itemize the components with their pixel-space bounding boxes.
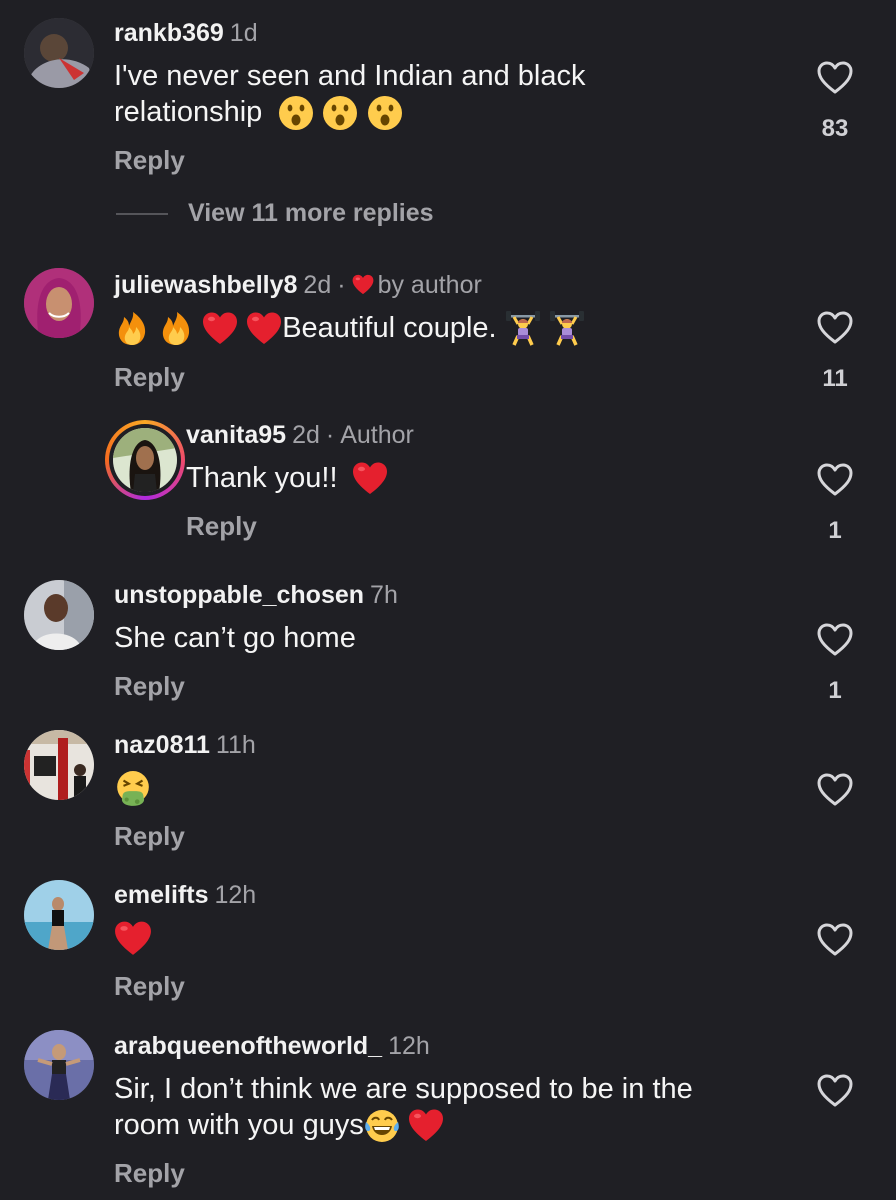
like-heart-icon[interactable] [815,770,855,810]
liked-by-author-label: by author [377,271,482,299]
timestamp: 12h [214,881,257,909]
like-heart-icon[interactable] [815,308,855,348]
timestamp: 1d [229,19,258,47]
like-count: 11 [822,365,848,392]
weightlifter-icon [505,311,541,347]
like-heart-icon[interactable] [815,920,855,960]
reply-button[interactable]: Reply [114,1158,185,1189]
avatar [113,428,177,492]
reply-button[interactable]: Reply [114,821,185,852]
username[interactable]: emelifts [114,881,208,909]
comment-text-line1: I've never seen and Indian and black [114,60,586,92]
author-liked-heart-icon [352,273,374,303]
red-heart-icon [408,1108,444,1144]
comment-text [114,770,152,808]
view-replies-divider [116,213,168,215]
fire-icon [114,311,150,347]
avatar[interactable] [24,18,94,88]
reply-button[interactable]: Reply [114,145,185,176]
comment-header: rankb369 1d [114,18,258,48]
comment-text: She can’t go home [114,622,356,654]
reply-button[interactable]: Reply [114,362,185,393]
comment-text-line2: room with you guys [114,1107,693,1144]
comment-header: emelifts 12h [114,880,256,910]
avatar[interactable] [24,580,94,650]
username[interactable]: unstoppable_chosen [114,581,364,609]
red-heart-icon [246,311,282,347]
hushed-face-icon [322,95,358,131]
reply-button[interactable]: Reply [114,671,185,702]
reply-button[interactable]: Reply [114,971,185,1002]
like-count: 1 [828,677,842,704]
reply-text-label: Thank you!! [186,462,338,494]
comment-header: unstoppable_chosen 7h [114,580,398,610]
like-count: 1 [828,517,842,544]
author-tag: Author [340,421,414,449]
comment-text-label: Beautiful couple. [282,312,497,344]
separator-dot: · [325,421,335,449]
like-heart-icon[interactable] [815,1071,855,1111]
username[interactable]: rankb369 [114,19,224,47]
separator-dot: · [337,271,346,299]
hushed-face-icon [367,95,403,131]
vomiting-face-icon [114,770,152,808]
hushed-face-icon [278,95,314,131]
red-heart-icon [352,461,388,497]
reply-text: Thank you!! [186,460,388,497]
reply-header: vanita95 2d · Author [186,420,414,450]
comment-text [114,920,152,958]
comment-text: Sir, I don’t think we are supposed to be… [114,1071,693,1144]
comment-text-line2-label: room with you guys [114,1109,364,1141]
timestamp: 11h [215,731,256,759]
avatar[interactable] [24,1030,94,1100]
like-heart-icon[interactable] [815,620,855,660]
view-more-replies-button[interactable]: View 11 more replies [188,199,434,228]
avatar[interactable] [24,880,94,950]
comment-text: Beautiful couple. [114,310,585,347]
comment-text-line2: relationship [114,94,585,131]
like-heart-icon[interactable] [815,460,855,500]
like-count: 83 [821,115,849,142]
story-ring[interactable] [105,420,185,500]
comment-text: I've never seen and Indian and black rel… [114,58,585,131]
timestamp: 12h [388,1032,430,1060]
timestamp: 2d [303,271,332,299]
timestamp: 7h [370,581,398,609]
avatar[interactable] [24,730,94,800]
weightlifter-icon [549,311,585,347]
like-heart-icon[interactable] [815,58,855,98]
username[interactable]: naz0811 [114,731,210,759]
avatar[interactable] [24,268,94,338]
username[interactable]: juliewashbelly8 [114,271,297,299]
comment-header: naz0811 11h [114,730,256,760]
comment-text-line1: Sir, I don’t think we are supposed to be… [114,1073,693,1105]
reply-button[interactable]: Reply [186,511,257,542]
comment-text-line2-label: relationship [114,96,263,128]
comment-header: arabqueenoftheworld_ 12h [114,1031,430,1061]
red-heart-icon [114,920,152,958]
red-heart-icon [202,311,238,347]
username[interactable]: vanita95 [186,421,286,449]
tears-of-joy-icon [364,1108,400,1144]
comment-header: juliewashbelly8 2d · by author [114,270,482,303]
fire-icon [158,311,194,347]
username[interactable]: arabqueenoftheworld_ [114,1032,382,1060]
timestamp: 2d [292,421,320,449]
